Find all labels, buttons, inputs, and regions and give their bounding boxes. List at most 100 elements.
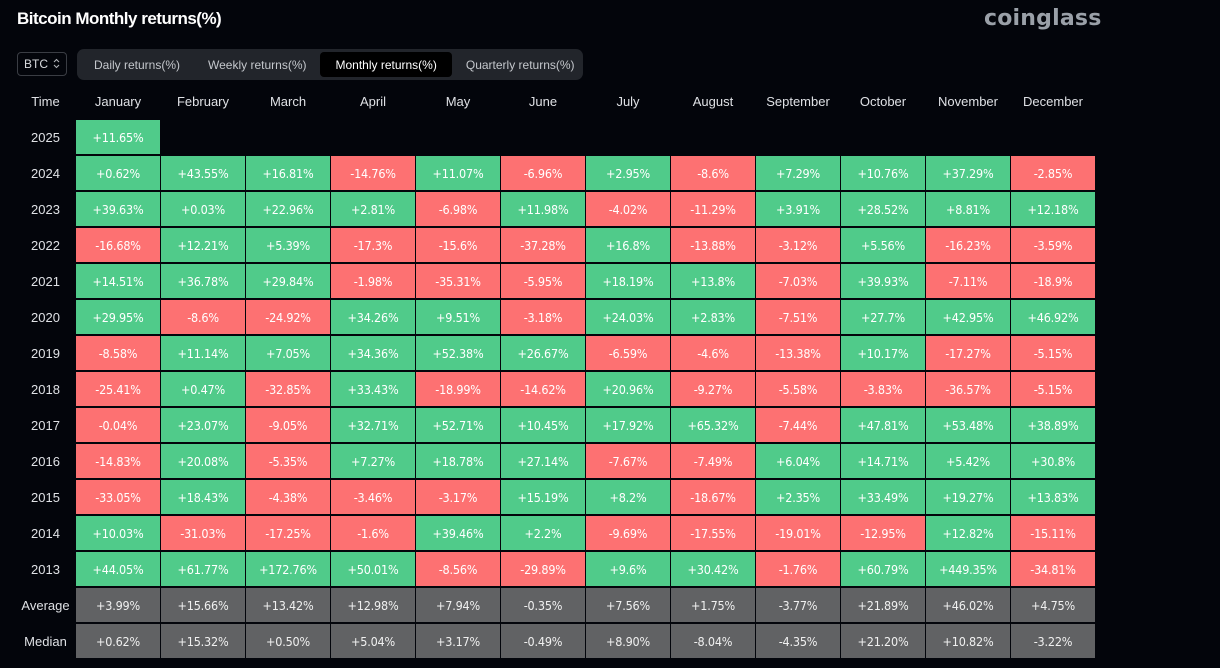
return-cell-2024-july: +2.95% [586, 156, 670, 190]
return-cell-2021-january: +14.51% [76, 264, 160, 298]
return-cell-2024-april: -14.76% [331, 156, 415, 190]
return-cell-2022-may: -15.6% [416, 228, 500, 262]
average-cell-march: +13.42% [246, 588, 330, 622]
return-cell-2014-october: -12.95% [841, 516, 925, 550]
return-cell-2024-february: +43.55% [161, 156, 245, 190]
return-cell-2023-october: +28.52% [841, 192, 925, 226]
return-cell-2024-may: +11.07% [416, 156, 500, 190]
return-cell-2017-november: +53.48% [926, 408, 1010, 442]
return-cell-2019-december: -5.15% [1011, 336, 1095, 370]
return-cell-2013-june: -29.89% [501, 552, 585, 586]
return-cell-2014-april: -1.6% [331, 516, 415, 550]
tab-daily-returns[interactable]: Daily returns(%) [80, 52, 194, 77]
row-label-average: Average [21, 597, 70, 613]
empty-cell [586, 120, 670, 154]
median-cell-september: -4.35% [756, 624, 840, 658]
return-cell-2020-december: +46.92% [1011, 300, 1095, 334]
column-header-march: March [269, 93, 307, 109]
return-cell-2022-september: -3.12% [756, 228, 840, 262]
return-cell-2016-february: +20.08% [161, 444, 245, 478]
return-cell-2023-september: +3.91% [756, 192, 840, 226]
row-label-2015: 2015 [31, 489, 60, 505]
median-cell-august: -8.04% [671, 624, 755, 658]
return-cell-2023-june: +11.98% [501, 192, 585, 226]
return-cell-2021-july: +18.19% [586, 264, 670, 298]
return-cell-2021-april: -1.98% [331, 264, 415, 298]
return-cell-2020-july: +24.03% [586, 300, 670, 334]
return-cell-2018-june: -14.62% [501, 372, 585, 406]
return-cell-2018-september: -5.58% [756, 372, 840, 406]
column-header-may: May [445, 93, 471, 109]
median-cell-march: +0.50% [246, 624, 330, 658]
return-cell-2015-october: +33.49% [841, 480, 925, 514]
return-cell-2013-february: +61.77% [161, 552, 245, 586]
column-header-april: April [359, 93, 386, 109]
return-cell-2022-december: -3.59% [1011, 228, 1095, 262]
average-cell-august: +1.75% [671, 588, 755, 622]
row-label-2019: 2019 [31, 345, 60, 361]
return-cell-2018-february: +0.47% [161, 372, 245, 406]
return-cell-2019-october: +10.17% [841, 336, 925, 370]
return-cell-2016-july: -7.67% [586, 444, 670, 478]
return-cell-2020-february: -8.6% [161, 300, 245, 334]
empty-cell [501, 120, 585, 154]
return-cell-2024-september: +7.29% [756, 156, 840, 190]
return-cell-2019-february: +11.14% [161, 336, 245, 370]
return-cell-2023-march: +22.96% [246, 192, 330, 226]
return-cell-2019-january: -8.58% [76, 336, 160, 370]
return-cell-2024-january: +0.62% [76, 156, 160, 190]
median-cell-june: -0.49% [501, 624, 585, 658]
return-cell-2022-august: -13.88% [671, 228, 755, 262]
return-cell-2021-march: +29.84% [246, 264, 330, 298]
return-cell-2013-january: +44.05% [76, 552, 160, 586]
return-cell-2017-july: +17.92% [586, 408, 670, 442]
return-cell-2018-november: -36.57% [926, 372, 1010, 406]
coin-select[interactable]: BTC [17, 52, 67, 76]
return-cell-2020-april: +34.26% [331, 300, 415, 334]
return-cell-2017-june: +10.45% [501, 408, 585, 442]
return-cell-2021-december: -18.9% [1011, 264, 1095, 298]
return-cell-2018-april: +33.43% [331, 372, 415, 406]
average-cell-july: +7.56% [586, 588, 670, 622]
return-cell-2022-february: +12.21% [161, 228, 245, 262]
return-cell-2023-january: +39.63% [76, 192, 160, 226]
row-label-2021: 2021 [31, 273, 60, 289]
return-cell-2015-january: -33.05% [76, 480, 160, 514]
return-cell-2017-september: -7.44% [756, 408, 840, 442]
column-header-october: October [859, 93, 907, 109]
median-cell-april: +5.04% [331, 624, 415, 658]
row-label-2016: 2016 [31, 453, 60, 469]
return-cell-2021-october: +39.93% [841, 264, 925, 298]
empty-cell [161, 120, 245, 154]
return-cell-2018-january: -25.41% [76, 372, 160, 406]
return-cell-2014-january: +10.03% [76, 516, 160, 550]
average-cell-september: -3.77% [756, 588, 840, 622]
return-cell-2020-november: +42.95% [926, 300, 1010, 334]
return-cell-2020-january: +29.95% [76, 300, 160, 334]
column-header-february: February [176, 93, 230, 109]
empty-cell [756, 120, 840, 154]
return-cell-2015-november: +19.27% [926, 480, 1010, 514]
return-cell-2024-december: -2.85% [1011, 156, 1095, 190]
page-title: Bitcoin Monthly returns(%) [17, 9, 222, 28]
row-label-2024: 2024 [31, 165, 60, 181]
column-header-time: Time [31, 93, 60, 109]
return-cell-2018-july: +20.96% [586, 372, 670, 406]
row-label-2023: 2023 [31, 201, 60, 217]
return-cell-2013-may: -8.56% [416, 552, 500, 586]
average-cell-june: -0.35% [501, 588, 585, 622]
return-cell-2016-october: +14.71% [841, 444, 925, 478]
return-cell-2015-july: +8.2% [586, 480, 670, 514]
return-cell-2023-november: +8.81% [926, 192, 1010, 226]
tab-monthly-returns[interactable]: Monthly returns(%) [320, 52, 452, 77]
coin-select-value: BTC [24, 57, 48, 71]
tab-weekly-returns[interactable]: Weekly returns(%) [194, 52, 320, 77]
return-cell-2013-october: +60.79% [841, 552, 925, 586]
tab-quarterly-returns[interactable]: Quarterly returns(%) [452, 52, 589, 77]
return-cell-2024-march: +16.81% [246, 156, 330, 190]
return-cell-2016-november: +5.42% [926, 444, 1010, 478]
return-cell-2014-may: +39.46% [416, 516, 500, 550]
return-cell-2020-august: +2.83% [671, 300, 755, 334]
return-cell-2017-february: +23.07% [161, 408, 245, 442]
row-label-2017: 2017 [31, 417, 60, 433]
